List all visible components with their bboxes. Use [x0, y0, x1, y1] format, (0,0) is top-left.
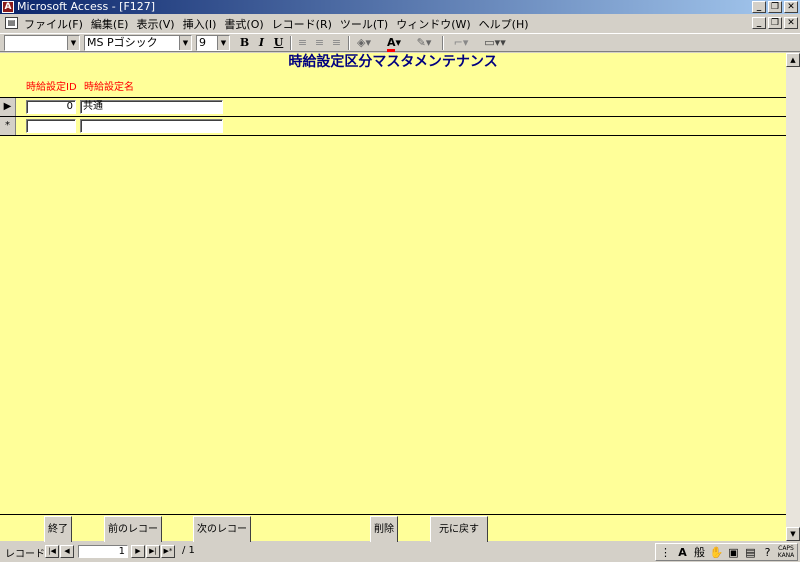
menu-insert[interactable]: 挿入(I)	[181, 16, 223, 32]
align-left-icon[interactable]: ≡	[294, 35, 311, 51]
scroll-up-icon[interactable]: ▲	[786, 53, 800, 67]
delete-button[interactable]: 削除	[370, 516, 398, 544]
row-divider	[0, 135, 786, 136]
ime-dictionary-icon[interactable]: ▣	[726, 546, 741, 559]
menu-help[interactable]: ヘルプ(H)	[477, 16, 535, 32]
chevron-down-icon[interactable]: ▼	[179, 36, 191, 50]
window-controls: _ ❐ ✕	[750, 1, 798, 13]
ime-help-icon[interactable]: ?	[760, 546, 775, 559]
caps-kana-indicator: CAPS KANA	[777, 545, 795, 559]
menu-records[interactable]: レコード(R)	[270, 16, 338, 32]
previous-record-button[interactable]: 前のレコード	[104, 516, 162, 561]
close-form-button[interactable]: 終了	[44, 516, 72, 544]
font-name-combo[interactable]: MS Pゴシック ▼	[84, 35, 192, 51]
last-record-icon[interactable]: ▶|	[146, 545, 160, 558]
underline-button[interactable]: U	[270, 35, 287, 51]
window-title: Microsoft Access - [F127]	[17, 0, 156, 13]
row-divider	[0, 97, 786, 98]
undo-button[interactable]: 元に戻す	[430, 516, 488, 544]
line-width-icon[interactable]: ⌐▾	[448, 35, 474, 51]
scroll-down-icon[interactable]: ▼	[786, 527, 800, 541]
chevron-down-icon[interactable]: ▼	[217, 36, 229, 50]
prev-record-icon[interactable]: ◀	[60, 545, 74, 558]
record-navigation-bar: レコード: |◀ ◀ 1 ▶ ▶| ▶* / 1 ⋮ A 般 ✋ ▣ ▤ ? C…	[0, 542, 800, 562]
vertical-scrollbar[interactable]: ▲ ▼	[786, 53, 800, 541]
next-record-icon[interactable]: ▶	[131, 545, 145, 558]
form-area: 時給設定区分マスタメンテナンス 時給設定ID 時給設定名 ▶ 0 共通 * 終了…	[0, 53, 786, 561]
ime-conversion-mode[interactable]: 般	[692, 544, 707, 560]
doc-restore-button[interactable]: ❐	[768, 17, 782, 29]
ime-input-mode-icon[interactable]: A	[675, 546, 690, 559]
menu-format[interactable]: 書式(O)	[222, 16, 269, 32]
italic-button[interactable]: I	[253, 35, 270, 51]
toolbar-separator	[442, 36, 444, 50]
new-name-field[interactable]	[80, 119, 223, 133]
column-header-id: 時給設定ID	[26, 82, 77, 93]
menu-file[interactable]: ファイル(F)	[22, 16, 89, 32]
object-combo[interactable]: ▼	[4, 35, 80, 51]
menu-bar: ▤ ファイル(F) 編集(E) 表示(V) 挿入(I) 書式(O) レコード(R…	[0, 15, 800, 32]
new-record-icon[interactable]: ▶*	[161, 545, 175, 558]
chevron-down-icon[interactable]: ▼	[67, 36, 79, 50]
align-right-icon[interactable]: ≡	[328, 35, 345, 51]
line-color-icon[interactable]: ✎▾	[412, 35, 436, 51]
close-button[interactable]: ✕	[784, 1, 798, 13]
font-name-value: MS Pゴシック	[87, 36, 158, 49]
ime-pad-icon[interactable]: ✋	[709, 546, 724, 559]
font-size-combo[interactable]: 9 ▼	[196, 35, 230, 51]
ime-properties-icon[interactable]: ▤	[743, 546, 758, 559]
ime-handle-icon[interactable]: ⋮	[658, 546, 673, 559]
footer-divider	[0, 514, 786, 515]
toolbar-separator	[348, 36, 350, 50]
menu-items: ファイル(F) 編集(E) 表示(V) 挿入(I) 書式(O) レコード(R) …	[22, 15, 535, 32]
doc-minimize-button[interactable]: _	[752, 17, 766, 29]
form-doc-icon[interactable]: ▤	[5, 17, 18, 29]
menu-edit[interactable]: 編集(E)	[89, 16, 135, 32]
row-divider	[0, 116, 786, 117]
access-app-icon[interactable]: A	[2, 1, 14, 13]
formatting-toolbar: ▼ MS Pゴシック ▼ 9 ▼ B I U ≡ ≡ ≡ ◈▾ A▾ ✎▾ ⌐▾…	[0, 33, 800, 52]
ime-toolbar: ⋮ A 般 ✋ ▣ ▤ ? CAPS KANA	[655, 543, 798, 561]
minimize-button[interactable]: _	[752, 1, 766, 13]
font-size-value: 9	[199, 36, 206, 49]
record-selector-new[interactable]: *	[0, 117, 16, 135]
doc-window-controls: _ ❐ ✕	[750, 17, 798, 29]
record-total: / 1	[182, 545, 195, 556]
record-selector-current[interactable]: ▶	[0, 98, 16, 116]
special-effect-icon[interactable]: ▭▾▾	[478, 35, 512, 51]
name-field[interactable]: 共通	[80, 100, 223, 114]
bold-button[interactable]: B	[236, 35, 253, 51]
column-header-name: 時給設定名	[84, 82, 134, 93]
menu-tools[interactable]: ツール(T)	[338, 16, 394, 32]
current-record-input[interactable]: 1	[78, 545, 128, 558]
id-field[interactable]: 0	[26, 100, 76, 114]
align-center-icon[interactable]: ≡	[311, 35, 328, 51]
next-record-button[interactable]: 次のレコード	[193, 516, 251, 561]
record-nav-label: レコード:	[5, 549, 49, 560]
title-bar: A Microsoft Access - [F127] _ ❐ ✕	[0, 0, 800, 14]
doc-close-button[interactable]: ✕	[784, 17, 798, 29]
font-color-icon[interactable]: A▾	[382, 35, 406, 52]
form-title: 時給設定区分マスタメンテナンス	[288, 54, 498, 70]
restore-button[interactable]: ❐	[768, 1, 782, 13]
toolbar-separator	[290, 36, 292, 50]
menu-window[interactable]: ウィンドウ(W)	[394, 16, 476, 32]
fill-color-icon[interactable]: ◈▾	[352, 35, 376, 51]
first-record-icon[interactable]: |◀	[45, 545, 59, 558]
new-id-field[interactable]	[26, 119, 76, 133]
menu-view[interactable]: 表示(V)	[134, 16, 180, 32]
